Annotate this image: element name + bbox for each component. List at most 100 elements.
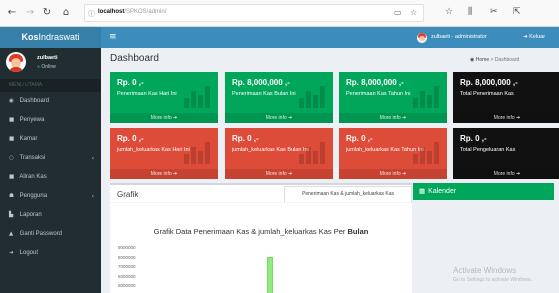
sidebar-item-aliran-kas[interactable]: ■ Aliran Kas [0,168,101,187]
box-label: Penerimaan Kas Hari Ini [117,91,177,97]
user-name: zulbaeti [37,55,58,61]
sidebar-item-kamar[interactable]: ■ Kamar [0,130,101,149]
more-info-link[interactable]: More info ➔ [225,113,333,123]
more-info-link[interactable]: More info ➔ [110,113,218,123]
tab-penerimaan-keluar[interactable]: Penerimaan Kas & jumlah_keluarkas Kas [284,186,412,202]
bookmarks-icon[interactable]: ☆ [445,7,453,17]
box-amount: Rp. 0 ,- [346,134,373,143]
arrow-circle-right-icon: ➔ [516,115,521,121]
sidebar-item-ganti-password[interactable]: ▲ Ganti Password [0,225,101,244]
user-status: ● Online [37,64,56,70]
activation-watermark-title: Activate Windows [453,266,517,275]
box-label: jumlah_keluarkas Kas Tahun Ini [346,147,424,153]
app-logo[interactable]: KosIndraswati [0,27,101,48]
y-tick-label: 7000000 [118,264,136,270]
menu-toggle-icon[interactable]: ≡ [109,32,117,42]
box-label: Total Penerimaan Kas [460,91,514,97]
more-info-link[interactable]: More info ➔ [453,169,559,179]
box-label: jumlah_keluarkas Kas Bulan Ini [232,147,309,153]
box-amount: Rp. 8,000,000 ,- [460,78,518,87]
avatar [6,52,26,72]
lock-icon: ▲ [9,231,14,237]
menu-header: MENU UTAMA [0,79,101,92]
activation-watermark-text: Go to Settings to activate Windows. [453,277,532,283]
more-info-link[interactable]: More info ➔ [110,169,218,179]
arrow-circle-right-icon: ➔ [173,115,178,121]
box-label: Penerimaan Kas Bulan Ini [232,91,296,97]
box-amount: Rp. 0 ,- [117,134,144,143]
chart-title: Grafik Data Penerimaan Kas & jumlah_kelu… [153,227,369,236]
box-keluar-hari-ini: Rp. 0 ,- jumlah_keluarkas Kas Hari Ini M… [110,128,218,179]
forward-icon[interactable]: → [24,7,36,19]
bar-chart-icon [184,138,210,164]
chart-bar[interactable] [267,257,273,293]
arrow-circle-right-icon: ➔ [288,115,293,121]
breadcrumb-home[interactable]: Home [476,57,489,63]
more-info-link[interactable]: More info ➔ [339,113,447,123]
reload-icon[interactable]: ↻ [41,7,53,19]
folder-icon: ■ [9,174,15,180]
box-amount: Rp. 0 ,- [232,134,259,143]
sidebar-item-transaksi[interactable]: ○ Transaksi ‹ [0,149,101,168]
arrow-circle-right-icon: ➔ [402,171,407,177]
box-kas-tahun-ini: Rp. 8,000,000 ,- Penerimaan Kas Tahun In… [339,72,447,123]
url-bar[interactable]: ⓘ localhost/SPKOS/admin/ ▭ ☆ [84,4,424,22]
arrow-circle-right-icon: ➔ [173,171,178,177]
calendar-icon: ▦ [419,187,426,195]
top-navbar: ≡ zulbaeti - administrator ➜ Keluar [101,27,559,48]
sidebar-item-dashboard[interactable]: ◉ Dashboard [0,92,101,111]
y-tick-label: 6000000 [118,273,136,279]
logout-button[interactable]: ➜ Keluar [523,34,545,40]
bar-chart-icon [299,138,325,164]
box-total-penerimaan: Rp. 8,000,000 ,- Total Penerimaan Kas Mo… [453,72,559,123]
info-icon[interactable]: ⓘ [88,9,95,19]
bookmark-star-icon[interactable]: ☆ [410,8,417,17]
online-dot-icon: ● [37,64,41,70]
chevron-left-icon: ‹ [91,193,94,200]
bar-chart-icon [413,82,439,108]
box-label: jumlah_keluarkas Kas Hari Ini [117,147,190,153]
screenshot-icon[interactable]: ✂ [490,7,498,17]
box-amount: Rp. 8,000,000 ,- [346,78,404,87]
breadcrumb: ◉ Home > Dashboard [470,57,519,63]
reader-view-icon[interactable]: ▭ [394,8,402,17]
box-keluar-tahun-ini: Rp. 0 ,- jumlah_keluarkas Kas Tahun Ini … [339,128,447,179]
box-amount: Rp. 0 ,- [460,134,487,143]
back-icon[interactable]: ← [6,7,18,19]
grafik-panel: Grafik Penerimaan Kas & jumlah_keluarkas… [110,183,412,293]
more-info-link[interactable]: More info ➔ [453,113,559,123]
box-amount: Rp. 0 ,- [117,78,144,87]
library-icon[interactable]: ⫼ [468,7,472,17]
box-keluar-bulan-ini: Rp. 0 ,- jumlah_keluarkas Kas Bulan Ini … [225,128,333,179]
box-total-pengeluaran: Rp. 0 ,- Total Pengeluaran Kas More info… [453,128,559,179]
more-info-link[interactable]: More info ➔ [339,169,447,179]
dashboard-icon: ◉ [470,57,475,63]
users-icon: ☗ [9,193,14,199]
bar-chart-icon [299,82,325,108]
more-info-link[interactable]: More info ➔ [225,169,333,179]
page-title: Dashboard [110,53,159,64]
box-label: Penerimaan Kas Tahun Ini [346,91,411,97]
home-icon[interactable]: ⌂ [60,7,72,19]
arrow-circle-right-icon: ➔ [516,171,521,177]
extension-icon[interactable]: ⇱ [513,7,521,17]
file-icon: ▙ [9,212,14,218]
sidebar-item-penyewa[interactable]: ■ Penyewa [0,111,101,130]
arrow-circle-right-icon: ➔ [402,115,407,121]
bar-chart-icon [184,82,210,108]
breadcrumb-current: Dashboard [494,57,520,63]
bar-chart-icon [413,138,439,164]
browser-toolbar: ← → ↻ ⌂ ⓘ localhost/SPKOS/admin/ ▭ ☆ ☆ ⫼… [0,0,559,27]
user-panel: zulbaeti ● Online [0,48,101,76]
y-tick-label: 9000000 [118,245,136,250]
sidebar-item-logout[interactable]: ➜ Logout [0,244,101,263]
folder-icon: ■ [9,136,15,142]
arrow-circle-right-icon: ➔ [288,171,293,177]
top-user-label[interactable]: zulbaeti - administrator [431,34,487,40]
breadcrumb-separator: > [490,57,494,63]
sidebar-item-pengguna[interactable]: ☗ Pengguna ‹ [0,187,101,206]
calendar-header: ▦ Kalender [413,183,554,200]
sidebar-item-laporan[interactable]: ▙ Laporan [0,206,101,225]
box-kas-bulan-ini: Rp. 8,000,000 ,- Penerimaan Kas Bulan In… [225,72,333,123]
top-avatar[interactable] [417,33,427,43]
